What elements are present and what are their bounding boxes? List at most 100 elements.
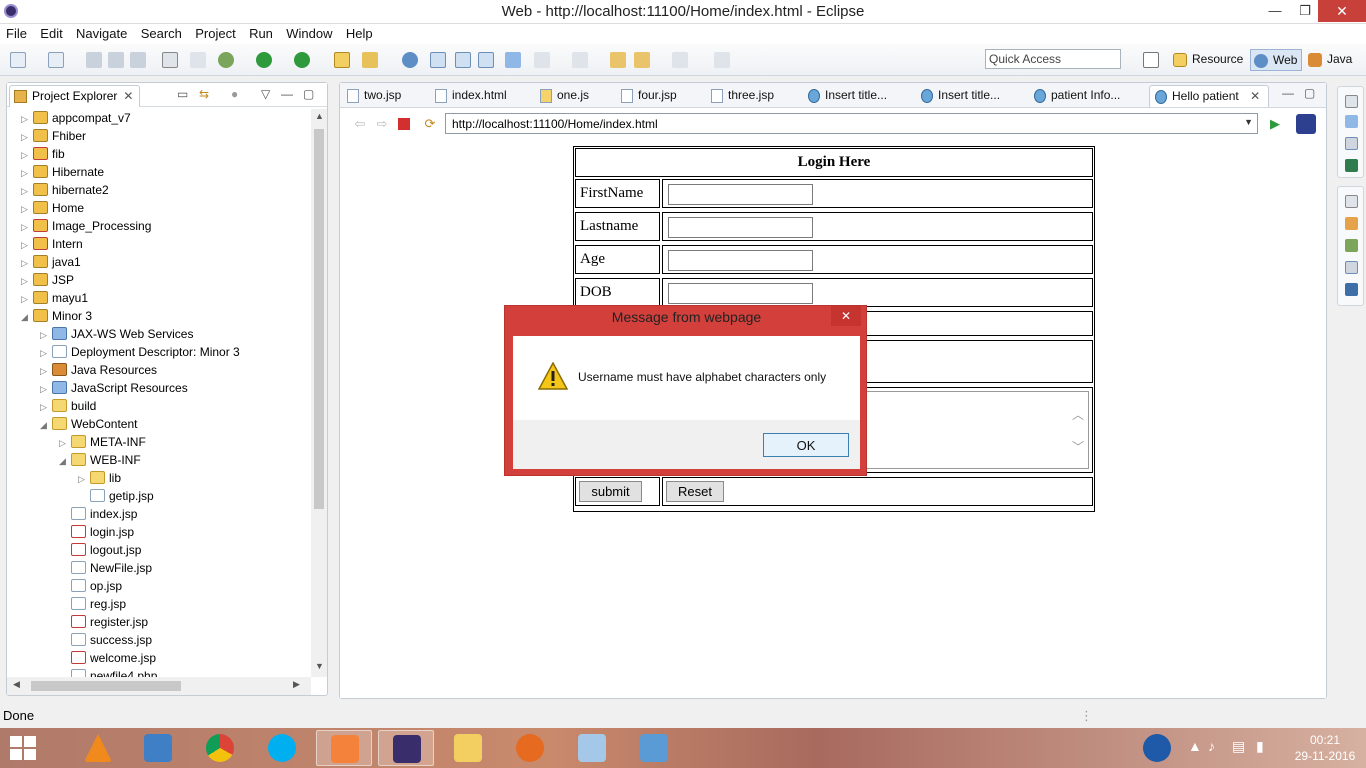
back-icon[interactable] [634,52,650,68]
new-servlet-icon[interactable] [455,52,471,68]
new-server-icon[interactable] [430,52,446,68]
new-class-icon[interactable] [478,52,494,68]
tree-item[interactable]: ▷ appcompat_v7 [21,109,131,127]
menu-help[interactable]: Help [346,24,373,41]
filter-icon[interactable]: ● [231,87,238,101]
textarea-scroll-down-icon[interactable]: ﹀ [1072,438,1084,455]
view-menu-icon[interactable]: ▽ [261,87,270,101]
tree-item[interactable]: login.jsp [59,523,134,541]
tree-item[interactable]: ▷ build [40,397,96,415]
data-source-icon[interactable] [1345,261,1358,274]
tree-item[interactable]: ◢ Minor 3 [21,307,92,325]
stop-icon[interactable] [398,118,410,130]
deploy-icon[interactable] [505,52,521,68]
taskbar-skype[interactable] [254,730,310,766]
expand-arrow-icon[interactable]: ◢ [40,416,52,434]
tree-item[interactable]: ▷ META-INF [59,433,146,451]
expand-arrow-icon[interactable]: ▷ [21,290,33,308]
tab-insert-title-2[interactable]: Insert title... [916,85,1000,107]
taskbar-vlc[interactable] [70,730,126,766]
expand-arrow-icon[interactable]: ▷ [40,326,52,344]
scroll-up-icon[interactable]: ▲ [315,111,324,121]
minimize-view-icon[interactable]: — [281,87,293,101]
tree-vertical-scrollbar[interactable]: ▲ ▼ [311,109,327,677]
submit-button[interactable]: submit [579,481,642,502]
save-icon[interactable] [86,52,102,68]
restore-icon[interactable] [1345,95,1358,108]
menu-window[interactable]: Window [286,24,332,41]
tab-patient-info[interactable]: patient Info... [1029,85,1120,107]
tree-item[interactable]: ◢ WebContent [40,415,138,433]
go-icon[interactable]: ▶ [1267,116,1283,132]
last-edit-icon[interactable] [610,52,626,68]
expand-arrow-icon[interactable]: ▷ [21,236,33,254]
tree-horizontal-scrollbar[interactable]: ◀ ▶ [7,677,311,695]
tree-item[interactable]: success.jsp [59,631,152,649]
taskbar-clock[interactable]: 00:21 29-11-2016 [1288,732,1362,764]
servers-icon[interactable] [1345,239,1358,252]
taskbar-chrome[interactable] [192,730,248,766]
expand-arrow-icon[interactable]: ▷ [21,272,33,290]
tree-item[interactable]: index.jsp [59,505,137,523]
minimize-editor-icon[interactable]: — [1282,86,1294,100]
tree-item[interactable]: ▷ Deployment Descriptor: Minor 3 [40,343,240,361]
open-folder-icon[interactable] [334,52,350,68]
tree-hscroll-thumb[interactable] [31,681,181,691]
globe-icon[interactable] [402,52,418,68]
expand-arrow-icon[interactable]: ▷ [40,380,52,398]
palette-icon[interactable] [1345,159,1358,172]
url-dropdown-icon[interactable]: ▼ [1244,117,1253,127]
new-project-icon[interactable] [48,52,64,68]
network-icon[interactable]: ▤ [1232,738,1245,755]
debug-icon[interactable] [218,52,234,68]
console-icon[interactable] [1345,283,1358,296]
tree-item[interactable]: ▷ Intern [21,235,83,253]
tree-item[interactable]: newfile4.php [59,667,157,677]
forward-icon[interactable] [672,52,688,68]
tree-item[interactable]: ▷ hibernate2 [21,181,109,199]
binary-icon[interactable] [162,52,178,68]
expand-arrow-icon[interactable]: ▷ [59,434,71,452]
tree-item[interactable]: ▷ Home [21,199,84,217]
scroll-left-icon[interactable]: ◀ [13,679,20,690]
expand-arrow-icon[interactable]: ▷ [21,182,33,200]
tab-hello-patient[interactable]: Hello patient ✕ [1149,85,1270,107]
volume-icon[interactable]: ♪ [1208,738,1215,754]
save-all-icon[interactable] [108,52,124,68]
help-tray-icon[interactable] [1143,734,1171,762]
tree-item[interactable]: ▷ JSP [21,271,74,289]
scroll-right-icon[interactable]: ▶ [293,679,300,690]
expand-arrow-icon[interactable]: ▷ [21,218,33,236]
maximize-view-icon[interactable]: ▢ [303,87,314,101]
taskbar-photos[interactable] [626,730,682,766]
url-input[interactable]: http://localhost:11100/Home/index.html ▼ [445,113,1258,134]
taskbar-notepad[interactable] [564,730,620,766]
tree-item[interactable]: reg.jsp [59,595,126,613]
tab-index-html[interactable]: index.html [430,85,507,107]
taskbar-media[interactable] [130,730,186,766]
expand-arrow-icon[interactable]: ▷ [40,362,52,380]
minimize-button[interactable]: — [1260,0,1290,22]
restore-icon[interactable] [1345,195,1358,208]
taskbar-explorer[interactable] [440,730,496,766]
quick-access-input[interactable]: Quick Access [985,49,1121,69]
tab-two-jsp[interactable]: two.jsp [342,85,401,107]
annotation-next-icon[interactable] [572,52,588,68]
outline-icon[interactable] [1345,115,1358,128]
signal-icon[interactable]: ▮ [1256,738,1264,755]
tree-item[interactable]: NewFile.jsp [59,559,152,577]
tree-item[interactable]: register.jsp [59,613,148,631]
task-list-icon[interactable] [1345,137,1358,150]
run-icon[interactable] [256,52,272,68]
tree-item[interactable]: ▷ java1 [21,253,81,271]
ok-button[interactable]: OK [763,433,849,457]
open-perspective-icon[interactable] [1143,52,1159,68]
menu-search[interactable]: Search [141,24,182,41]
firstname-input[interactable] [668,184,813,205]
dialog-close-button[interactable]: ✕ [831,306,861,326]
expand-arrow-icon[interactable]: ▷ [40,398,52,416]
tree-item[interactable]: ▷ Java Resources [40,361,157,379]
skip-breakpoints-icon[interactable] [190,52,206,68]
refresh-icon[interactable]: ⟳ [422,116,438,132]
expand-arrow-icon[interactable]: ▷ [21,146,33,164]
